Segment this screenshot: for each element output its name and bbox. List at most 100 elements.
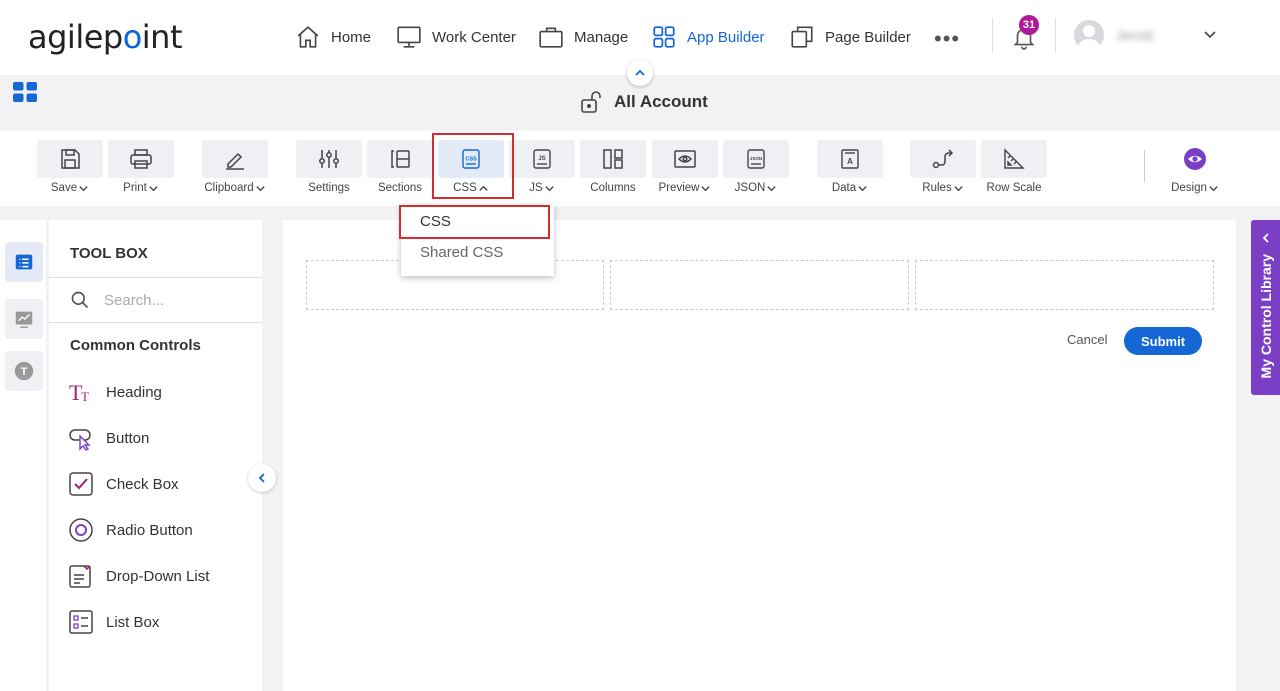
- rail-template-button[interactable]: T: [5, 351, 43, 391]
- control-check-box-label: Check Box: [106, 475, 179, 493]
- chevron-down-icon: [79, 185, 88, 191]
- apps-grid-icon[interactable]: [13, 82, 37, 102]
- briefcase-icon: [539, 27, 563, 48]
- page-title: All Account: [580, 90, 708, 114]
- js-button[interactable]: JS JS: [509, 140, 575, 194]
- print-label: Print: [123, 182, 147, 194]
- row-scale-button[interactable]: Row Scale: [981, 140, 1047, 194]
- css-button-highlight: [432, 133, 514, 199]
- data-button[interactable]: A Data: [817, 140, 883, 194]
- save-button[interactable]: Save: [37, 140, 103, 194]
- toolbox-panel: TOOL BOX Search... Common Controls TT He…: [49, 220, 262, 691]
- chevron-down-icon: [255, 185, 265, 191]
- rules-button[interactable]: Rules: [910, 140, 976, 194]
- toolbox-category-common-controls[interactable]: Common Controls: [70, 337, 201, 354]
- preview-label: Preview: [658, 182, 700, 194]
- chevron-down-icon: [767, 185, 776, 191]
- nav-page-builder-label: Page Builder: [825, 28, 911, 46]
- agilepoint-logo[interactable]: agilepoint: [28, 18, 183, 56]
- chevron-down-icon: [701, 185, 711, 191]
- chevron-down-icon[interactable]: [1202, 26, 1218, 42]
- control-radio-button-label: Radio Button: [106, 521, 193, 539]
- nav-manage[interactable]: Manage: [538, 22, 628, 52]
- menu-item-shared-css[interactable]: Shared CSS: [401, 236, 554, 268]
- nav-home[interactable]: Home: [295, 22, 371, 52]
- preview-icon: [674, 150, 696, 168]
- json-label: JSON: [734, 182, 766, 194]
- user-name[interactable]: Jecob: [1116, 27, 1153, 43]
- save-icon: [61, 149, 80, 169]
- toolbox-divider: [49, 322, 262, 323]
- rail-toolbox-button[interactable]: [5, 242, 43, 282]
- data-label: Data: [831, 182, 857, 194]
- svg-text:T: T: [21, 366, 28, 378]
- control-drop-down-list-label: Drop-Down List: [106, 567, 210, 585]
- search-icon: [71, 291, 89, 309]
- heading-icon: TT: [69, 380, 89, 405]
- rail-analytics-button[interactable]: [5, 299, 43, 339]
- control-list-box[interactable]: List Box: [68, 609, 159, 635]
- sections-label: Sections: [377, 182, 423, 194]
- json-button[interactable]: JSON JSON: [723, 140, 789, 194]
- svg-text:JS: JS: [538, 156, 545, 162]
- logo-text-mark: o: [122, 18, 143, 56]
- nav-app-builder[interactable]: App Builder: [651, 22, 765, 52]
- more-options-icon[interactable]: •••: [934, 26, 960, 52]
- grid-icon: [653, 26, 675, 48]
- form-design-canvas: Cancel Submit: [283, 220, 1236, 691]
- nav-page-builder[interactable]: Page Builder: [789, 22, 911, 52]
- nav-app-builder-label: App Builder: [687, 28, 765, 46]
- clipboard-label: Clipboard: [204, 182, 254, 194]
- chevron-up-icon: [635, 69, 645, 76]
- design-label: Design: [1171, 182, 1207, 194]
- columns-label: Columns: [590, 182, 636, 194]
- print-button[interactable]: Print: [108, 140, 174, 194]
- chart-monitor-icon: [15, 311, 33, 328]
- row-scale-label: Row Scale: [986, 182, 1042, 194]
- clipboard-button[interactable]: Clipboard: [202, 140, 268, 194]
- user-avatar[interactable]: [1074, 20, 1104, 50]
- collapse-toolbox-button[interactable]: [248, 464, 276, 492]
- form-column-cell[interactable]: [610, 260, 909, 310]
- cancel-button[interactable]: Cancel: [1067, 332, 1107, 347]
- chevron-down-icon: [954, 185, 963, 191]
- control-heading[interactable]: TT Heading: [68, 379, 162, 405]
- json-file-icon: JSON: [747, 149, 765, 169]
- control-drop-down-list[interactable]: Drop-Down List: [68, 563, 209, 589]
- js-label: JS: [529, 182, 543, 194]
- my-control-library-tab[interactable]: My Control Library: [1251, 220, 1280, 395]
- nav-manage-label: Manage: [574, 28, 629, 46]
- my-control-library-label: My Control Library: [1257, 254, 1274, 379]
- control-radio-button[interactable]: Radio Button: [68, 517, 193, 543]
- chevron-left-icon: [1262, 233, 1269, 243]
- sections-icon: [391, 150, 410, 168]
- submit-button[interactable]: Submit: [1124, 327, 1202, 355]
- nav-work-center[interactable]: Work Center: [396, 22, 516, 52]
- ruler-icon: [1004, 148, 1025, 169]
- columns-button[interactable]: Columns: [580, 140, 646, 194]
- rules-label: Rules: [922, 182, 952, 194]
- save-label: Save: [50, 182, 78, 194]
- pages-icon: [791, 26, 813, 48]
- chevron-left-icon: [258, 473, 265, 483]
- form-column-cell[interactable]: [915, 260, 1214, 310]
- eye-icon: [1184, 148, 1206, 170]
- template-t-icon: T: [14, 361, 34, 381]
- sections-button[interactable]: Sections: [367, 140, 433, 194]
- collapse-header-button[interactable]: [627, 60, 653, 86]
- sliders-icon: [319, 150, 339, 168]
- control-check-box[interactable]: Check Box: [68, 471, 179, 497]
- chevron-down-icon: [149, 185, 158, 191]
- settings-button[interactable]: Settings: [296, 140, 362, 194]
- preview-button[interactable]: Preview: [652, 140, 718, 194]
- logo-text-prefix: agilep: [28, 18, 123, 56]
- monitor-icon: [397, 26, 421, 48]
- nav-home-label: Home: [331, 28, 372, 46]
- design-button[interactable]: Design: [1162, 140, 1228, 194]
- nav-divider: [1055, 18, 1056, 52]
- toolbox-divider: [49, 277, 262, 278]
- control-button[interactable]: Button: [68, 425, 149, 451]
- unlock-icon[interactable]: [580, 90, 606, 114]
- nav-divider: [992, 18, 993, 52]
- toolbox-search-input[interactable]: Search...: [70, 290, 164, 310]
